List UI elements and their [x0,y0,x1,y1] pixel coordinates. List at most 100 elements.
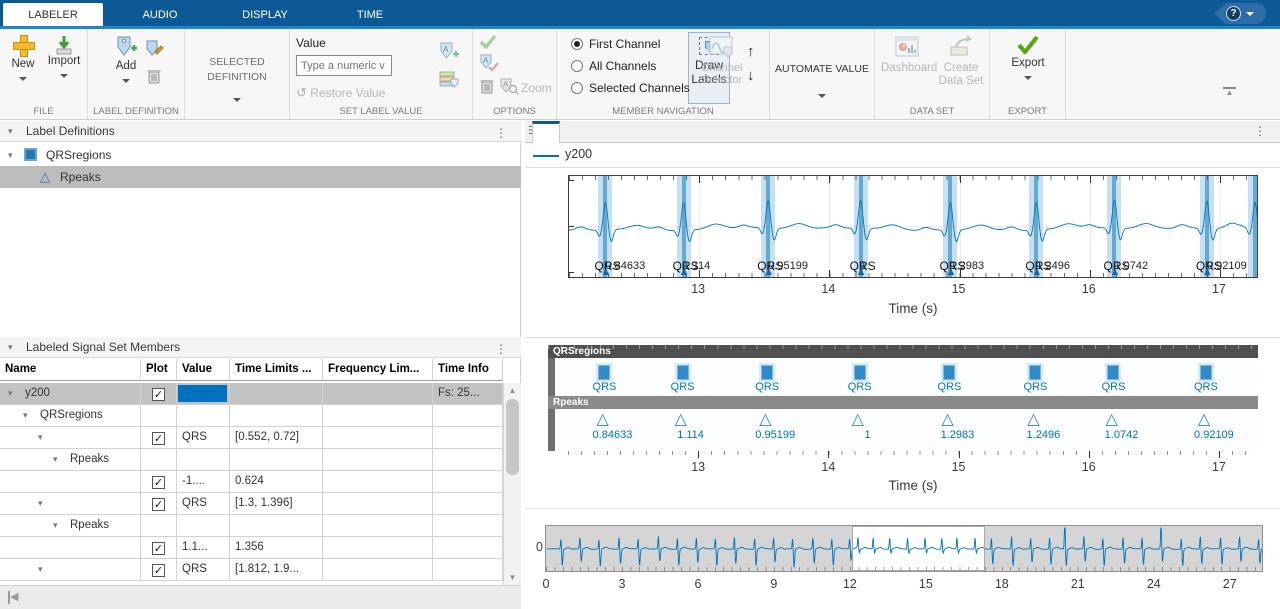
panorama-window[interactable] [852,526,985,571]
panorama-plot[interactable] [545,525,1263,572]
qrs-region-marker[interactable] [1200,365,1212,380]
scroll-down-icon[interactable]: ▼ [504,573,521,582]
rpeak-point-icon[interactable]: △ [759,409,771,429]
plot-checkbox[interactable]: ✓ [152,388,165,401]
table-row[interactable]: ▾Rpeaks [0,449,503,471]
channel-selector-button[interactable]: ChannelSelector [697,35,747,86]
table-column-header[interactable]: Value [177,359,230,381]
create-data-set-button[interactable]: CreateData Set [937,35,985,88]
row-expand-icon[interactable]: ▾ [8,383,13,404]
collapse-panel-icon[interactable]: ◀ [8,591,22,604]
table-column-header[interactable]: Plot [141,359,177,381]
row-expand-icon[interactable]: ▾ [23,405,28,426]
plot-checkbox[interactable]: ✓ [152,564,165,577]
delete-labels-button[interactable] [479,77,495,98]
main-signal-plot[interactable]: ▲▲▲▲▲▲▲▲ [568,175,1258,278]
scrollbar-thumb[interactable] [506,399,519,475]
add-point-label-button[interactable]: A [438,41,460,64]
row-expand-icon[interactable]: ▾ [38,559,43,580]
label-layers-button[interactable] [438,69,460,92]
qrs-region-marker[interactable] [1107,365,1119,380]
table-cell: Fs: 25... [433,383,503,405]
qrsregions-expand-icon[interactable]: ▾ [8,144,13,166]
x-tick-label: 14 [811,460,845,474]
members-menu-icon[interactable]: ⋮ [495,339,507,360]
automate-value-dropdown[interactable]: AUTOMATE VALUE [770,29,875,119]
major-tick [828,451,829,458]
row-expand-icon[interactable]: ▾ [38,427,43,448]
qrs-region-marker[interactable] [677,365,689,380]
tree-item-qrsregions[interactable]: ▾ QRSregions [0,144,521,166]
color-swatch[interactable] [178,385,227,402]
table-row[interactable]: ▾Rpeaks [0,515,503,537]
label-check-button[interactable]: A [479,53,499,75]
qrs-region-marker[interactable] [943,365,955,380]
plot-checkbox[interactable]: ✓ [152,432,165,445]
rpeaks-track[interactable]: △0.84633△1.114△0.95199△1△1.2983△1.2496△1… [555,409,1258,451]
plot-checkbox[interactable]: ✓ [152,498,165,511]
table-row[interactable]: ▾✓QRS[1.3, 1.396] [0,493,503,515]
dashboard-button[interactable]: Dashboard [881,35,933,74]
members-collapse-icon[interactable]: ▾ [8,337,13,358]
table-cell [323,427,433,449]
qrs-region-marker[interactable] [761,365,773,380]
edit-definition-button[interactable] [144,39,164,60]
table-row[interactable]: ✓-1....0.624 [0,471,503,493]
rpeak-point-icon[interactable]: △ [941,409,953,429]
rpeak-point-icon[interactable]: △ [1105,409,1117,429]
rpeaks-track-header[interactable]: Rpeaks [548,396,1258,409]
table-column-header[interactable]: Name [0,359,141,381]
rpeak-point-icon[interactable]: △ [675,409,687,429]
label-definitions-collapse-icon[interactable]: ▾ [8,121,13,142]
qrsregions-track-header[interactable]: QRSregions [548,345,1258,358]
tree-item-rpeaks[interactable]: △ Rpeaks [0,166,521,188]
plot-pane-menu-icon[interactable]: ⋮ [1254,124,1266,138]
table-row[interactable]: ▾y200✓Fs: 25... [0,383,503,405]
rpeak-point-icon[interactable]: △ [1198,409,1210,429]
document-tab[interactable] [532,121,560,143]
restore-icon: ↺ [296,85,307,100]
plot-checkbox[interactable]: ✓ [152,476,165,489]
table-row[interactable]: ▾✓QRS[0.552, 0.72] [0,427,503,449]
table-column-header[interactable]: Time Info [433,359,503,381]
value-input[interactable] [296,55,392,76]
dashboard-icon [894,35,920,59]
radio-all-channels[interactable]: All Channels [571,59,656,73]
row-expand-icon[interactable]: ▾ [38,493,43,514]
add-definition-button[interactable]: Add [106,35,146,86]
label-definitions-menu-icon[interactable]: ⋮ [495,123,507,144]
scroll-up-icon[interactable]: ▲ [504,386,521,395]
label-zoom-button[interactable]: A [499,77,519,99]
plot-checkbox[interactable]: ✓ [152,542,165,555]
table-row[interactable]: ▾QRSregions [0,405,503,427]
radio-first-channel[interactable]: First Channel [571,37,660,51]
radio-selected-channels[interactable]: Selected Channels [571,81,690,95]
new-button[interactable]: New [4,35,42,84]
delete-definition-button[interactable] [146,67,162,88]
rpeak-point-icon[interactable]: △ [596,409,608,429]
table-column-header[interactable]: Frequency Lim... [323,359,433,381]
previous-member-button[interactable]: ↑ [747,43,755,60]
table-column-header[interactable]: Time Limits ... [230,359,323,381]
next-member-button[interactable]: ↓ [747,67,755,84]
export-button[interactable]: Export [1004,34,1052,83]
import-button[interactable]: Import [44,35,84,81]
restore-value-button[interactable]: ↺ Restore Value [296,85,385,101]
row-expand-icon[interactable]: ▾ [53,449,58,470]
help-button[interactable]: ? [1214,3,1266,24]
qrs-region-marker[interactable] [1029,365,1041,380]
accept-button[interactable] [479,34,497,52]
table-cell [323,405,433,427]
table-row[interactable]: ✓1.1...1.356 [0,537,503,559]
table-row[interactable]: ▾✓QRS[1.812, 1.9... [0,559,503,581]
x-tick-label: 15 [942,460,976,474]
rpeak-point-icon[interactable]: △ [1027,409,1039,429]
members-scrollbar[interactable]: ▲ ▼ [503,383,521,585]
qrs-region-track[interactable]: QRSQRSQRSQRSQRSQRSQRSQRS [555,358,1258,396]
selected-definition-dropdown[interactable]: SELECTED DEFINITION [185,29,290,119]
row-expand-icon[interactable]: ▾ [53,515,58,536]
qrs-region-marker[interactable] [854,365,866,380]
qrs-region-marker[interactable] [598,365,610,380]
rpeak-point-icon[interactable]: △ [852,409,864,429]
collapse-ribbon-button[interactable]: ▲ [1223,87,1236,97]
